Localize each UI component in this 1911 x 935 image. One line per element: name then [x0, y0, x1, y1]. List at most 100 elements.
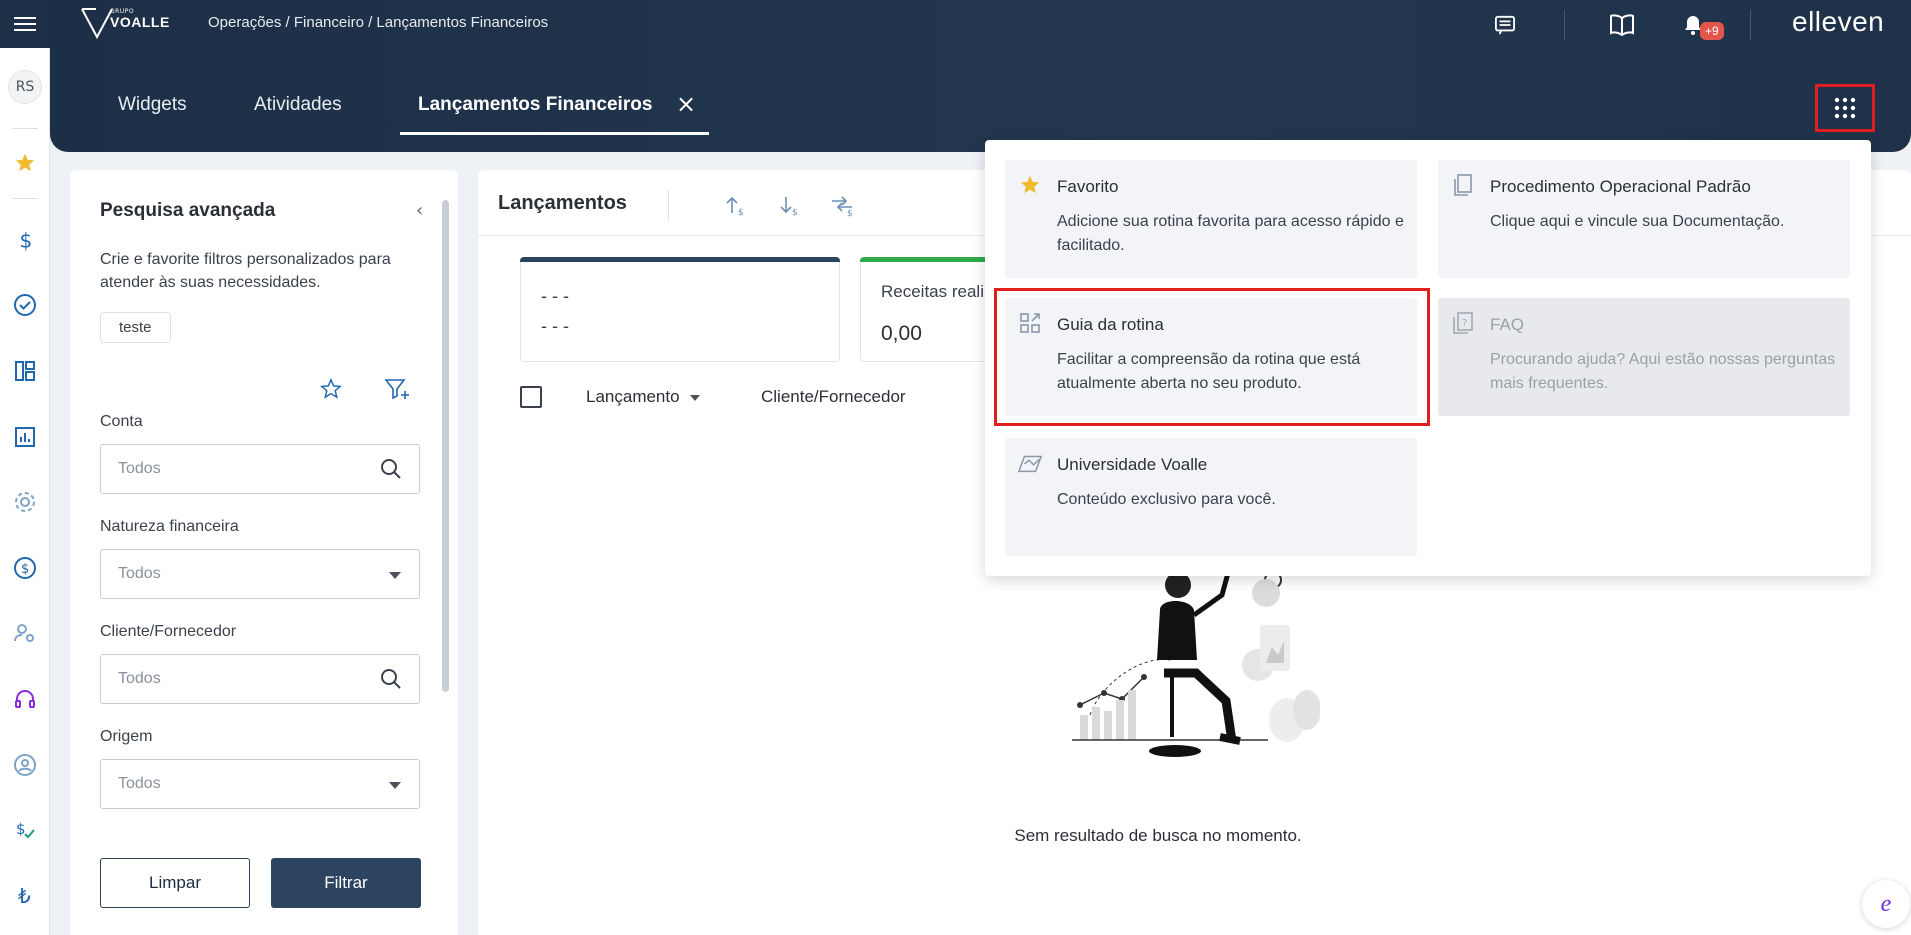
headset-icon[interactable] [10, 684, 40, 714]
rail-divider [12, 128, 38, 129]
card-accent-bar [860, 257, 1000, 262]
menu-item-title: Favorito [1057, 177, 1119, 196]
search-icon[interactable] [379, 667, 403, 695]
menu-item-title: FAQ [1490, 315, 1525, 334]
check-circle-icon[interactable] [10, 290, 40, 320]
menu-item-description: Adicione sua rotina favorita para acesso… [1057, 213, 1404, 254]
faq-icon: ? [1450, 310, 1476, 336]
university-icon [1017, 450, 1043, 476]
elleven-assistant-button[interactable]: e [1862, 880, 1910, 928]
cliente-fornecedor-label: Cliente/Fornecedor [100, 623, 237, 640]
star-icon [1017, 172, 1043, 198]
search-icon[interactable] [379, 457, 403, 485]
left-rail: RS $ $ $ ₺ [0, 0, 50, 935]
sort-down-icon[interactable] [689, 394, 700, 401]
chevron-down-icon [389, 782, 401, 789]
card-accent-bar [520, 257, 840, 262]
report-chart-icon[interactable] [10, 422, 40, 452]
menu-item-procedimento[interactable]: Procedimento Operacional Padrão Clique a… [1438, 160, 1850, 278]
panel-scrollbar[interactable] [442, 200, 449, 692]
conta-placeholder: Todos [118, 460, 161, 477]
book-icon[interactable] [1607, 10, 1637, 40]
saved-filter-chip[interactable]: teste [100, 312, 171, 343]
close-tab-icon[interactable]: × [676, 90, 696, 118]
menu-item-favorito[interactable]: Favorito Adicione sua rotina favorita pa… [1005, 160, 1417, 278]
active-tab-indicator [400, 132, 709, 135]
selection-highlight-box [994, 288, 1430, 426]
svg-text:$: $ [738, 208, 744, 217]
favorites-star-icon[interactable] [10, 148, 40, 178]
tab-atividades[interactable]: Atividades [254, 94, 342, 116]
natureza-select[interactable]: Todos [100, 549, 420, 599]
tab-bar: Widgets Atividades Lançamentos Financeir… [100, 80, 1500, 138]
grid-dots-icon [1834, 97, 1856, 119]
card-value-1: - - - [541, 286, 569, 306]
receitas-card: Receitas reali 0,00 [860, 257, 1000, 362]
empty-state-text: Sem resultado de busca no momento. [1014, 826, 1302, 845]
origem-label: Origem [100, 728, 153, 745]
svg-text:$: $ [792, 208, 798, 217]
rail-divider [12, 198, 38, 199]
title-divider [668, 190, 669, 220]
receitas-card-value: 0,00 [881, 322, 922, 345]
menu-item-faq: ? FAQ Procurando ajuda? Aqui estão nossa… [1438, 298, 1850, 416]
breadcrumb: Operações / Financeiro / Lançamentos Fin… [208, 14, 549, 31]
receita-arrow-up-icon[interactable]: $ [720, 190, 750, 220]
tab-widgets[interactable]: Widgets [118, 94, 187, 116]
conta-label: Conta [100, 413, 143, 430]
svg-text:$: $ [16, 820, 26, 838]
add-filter-icon[interactable] [384, 376, 410, 402]
svg-text:$: $ [847, 209, 853, 217]
header-divider [1750, 10, 1751, 40]
menu-item-universidade-voalle[interactable]: Universidade Voalle Conteúdo exclusivo p… [1005, 438, 1417, 556]
menu-item-title: Procedimento Operacional Padrão [1490, 177, 1751, 196]
hamburger-menu-button[interactable] [0, 0, 50, 48]
svg-text:$: $ [20, 228, 33, 252]
origem-placeholder: Todos [118, 775, 161, 792]
menu-item-description: Conteúdo exclusivo para você. [1057, 491, 1276, 508]
favorite-filter-star-icon[interactable] [318, 376, 344, 402]
select-all-checkbox[interactable] [520, 386, 542, 408]
user-settings-icon[interactable] [10, 618, 40, 648]
collapse-panel-icon[interactable]: ‹ [416, 200, 423, 221]
svg-text:₺: ₺ [18, 884, 31, 907]
column-lancamento[interactable]: Lançamento [586, 387, 700, 407]
dashboard-icon[interactable] [10, 356, 40, 386]
chat-icon[interactable] [1490, 10, 1520, 40]
natureza-placeholder: Todos [118, 565, 161, 582]
tab-lancamentos-financeiros[interactable]: Lançamentos Financeiros [418, 94, 652, 116]
section-title: Lançamentos [498, 192, 627, 214]
summary-card: - - - - - - [520, 257, 840, 362]
receitas-card-title: Receitas reali [881, 282, 984, 301]
advanced-search-panel: Pesquisa avançada ‹ Crie e favorite filt… [70, 170, 458, 935]
column-cliente-fornecedor[interactable]: Cliente/Fornecedor [761, 387, 906, 407]
panel-description: Crie e favorite filtros personalizados p… [100, 251, 391, 291]
despesa-arrow-down-icon[interactable]: $ [774, 190, 804, 220]
logo-text: VOALLE [110, 14, 170, 30]
menu-item-description: Procurando ajuda? Aqui estão nossas perg… [1490, 351, 1836, 392]
natureza-label: Natureza financeira [100, 518, 239, 535]
clear-button[interactable]: Limpar [100, 858, 250, 908]
empty-state-illustration [1072, 571, 1320, 757]
conta-search-input[interactable]: Todos [100, 444, 420, 494]
avatar[interactable]: RS [8, 70, 42, 104]
user-circle-icon[interactable] [10, 750, 40, 780]
chevron-down-icon [389, 572, 401, 579]
filter-button[interactable]: Filtrar [271, 858, 421, 908]
cliente-fornecedor-search-input[interactable]: Todos [100, 654, 420, 704]
origem-select[interactable]: Todos [100, 759, 420, 809]
gear-icon[interactable] [10, 487, 40, 517]
document-icon [1450, 172, 1476, 198]
menu-item-description: Clique aqui e vincule sua Documentação. [1490, 213, 1785, 230]
dollar-icon[interactable]: $ [10, 225, 40, 255]
apps-grid-button[interactable] [1815, 84, 1875, 132]
dollar-circle-icon[interactable]: $ [10, 553, 40, 583]
transfer-arrows-icon[interactable]: $ [828, 190, 858, 220]
menu-item-title: Universidade Voalle [1057, 455, 1208, 474]
lira-currency-icon[interactable]: ₺ [10, 880, 40, 910]
dollar-check-icon[interactable]: $ [10, 815, 40, 845]
column-lancamento-label: Lançamento [586, 387, 680, 406]
top-header: GRUPO VOALLE Operações / Financeiro / La… [50, 0, 1911, 152]
card-value-2: - - - [541, 316, 569, 336]
elleven-brand: elleven [1792, 6, 1885, 37]
